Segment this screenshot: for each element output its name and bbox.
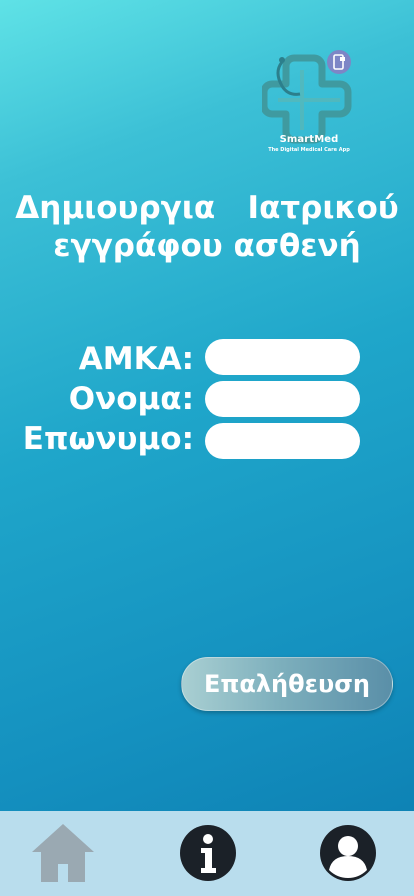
logo-name: SmartMed xyxy=(279,134,339,145)
user-profile-icon xyxy=(320,825,376,881)
page-title-line2: εγγράφου ασθενή xyxy=(53,228,361,264)
amka-input[interactable] xyxy=(205,339,360,375)
info-icon xyxy=(180,825,236,881)
nav-profile-button[interactable] xyxy=(314,819,382,887)
page-title-line1: Δημιουργια Ιατρικού xyxy=(15,190,399,226)
home-icon xyxy=(32,824,94,882)
name-label: Ονομα: xyxy=(68,381,194,417)
amka-label: ΑΜΚΑ: xyxy=(78,341,194,377)
name-input[interactable] xyxy=(205,381,360,417)
surname-input[interactable] xyxy=(205,423,360,459)
nav-home-button[interactable] xyxy=(29,819,97,887)
verify-button[interactable]: Επαλήθευση xyxy=(181,657,393,711)
logo-tagline: The Digital Medical Care App xyxy=(268,147,350,153)
nav-info-button[interactable] xyxy=(174,819,242,887)
surname-label: Επωνυμο: xyxy=(22,421,194,457)
bottom-nav xyxy=(0,811,414,896)
